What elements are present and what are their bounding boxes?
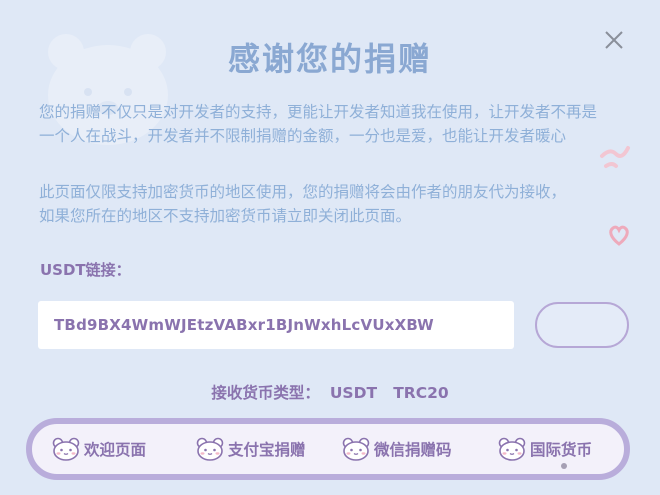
bear-face-icon [342,437,370,461]
nav-label: 微信捐赠码 [374,441,452,459]
currency-type-row: 接收货币类型： USDT TRC20 [0,381,660,403]
dialog-title: 感谢您的捐赠 [227,40,432,78]
region-notice-paragraph: 此页面仅限支持加密货币的地区使用，您的捐赠将会由作者的朋友代为接收， 如果您所在… [39,183,567,225]
active-indicator-dot [561,463,567,469]
currency-type-value: USDT TRC20 [329,384,449,402]
thanks-paragraph: 您的捐赠不仅只是对开发者的支持，更能让开发者知道我在使用，让开发者不再是 一个人… [39,103,598,145]
nav-item-welcome[interactable]: 欢迎页面 [52,434,146,464]
usdt-link-label: USDT链接： [40,261,131,279]
nav-label: 国际货币 [530,441,593,459]
nav-label: 欢迎页面 [84,441,147,459]
currency-type-label: 接收货币类型： [211,384,320,402]
nav-item-alipay[interactable]: 支付宝捐赠 [196,434,306,464]
usdt-address-field[interactable]: TBd9BX4WmWJEtzVABxr1BJnWxhLcVUxXBW [38,301,514,349]
nav-label: 支付宝捐赠 [228,441,306,459]
copy-address-button[interactable] [535,302,629,348]
close-icon[interactable] [601,27,627,53]
nav-item-wechat[interactable]: 微信捐赠码 [342,434,452,464]
bear-face-icon [52,437,80,461]
bottom-nav: 欢迎页面 支付宝捐赠 微信捐赠码 国际货币 [26,418,630,480]
nav-item-international[interactable]: 国际货币 [498,434,592,464]
bear-face-icon [196,437,224,461]
bear-face-icon [498,437,526,461]
